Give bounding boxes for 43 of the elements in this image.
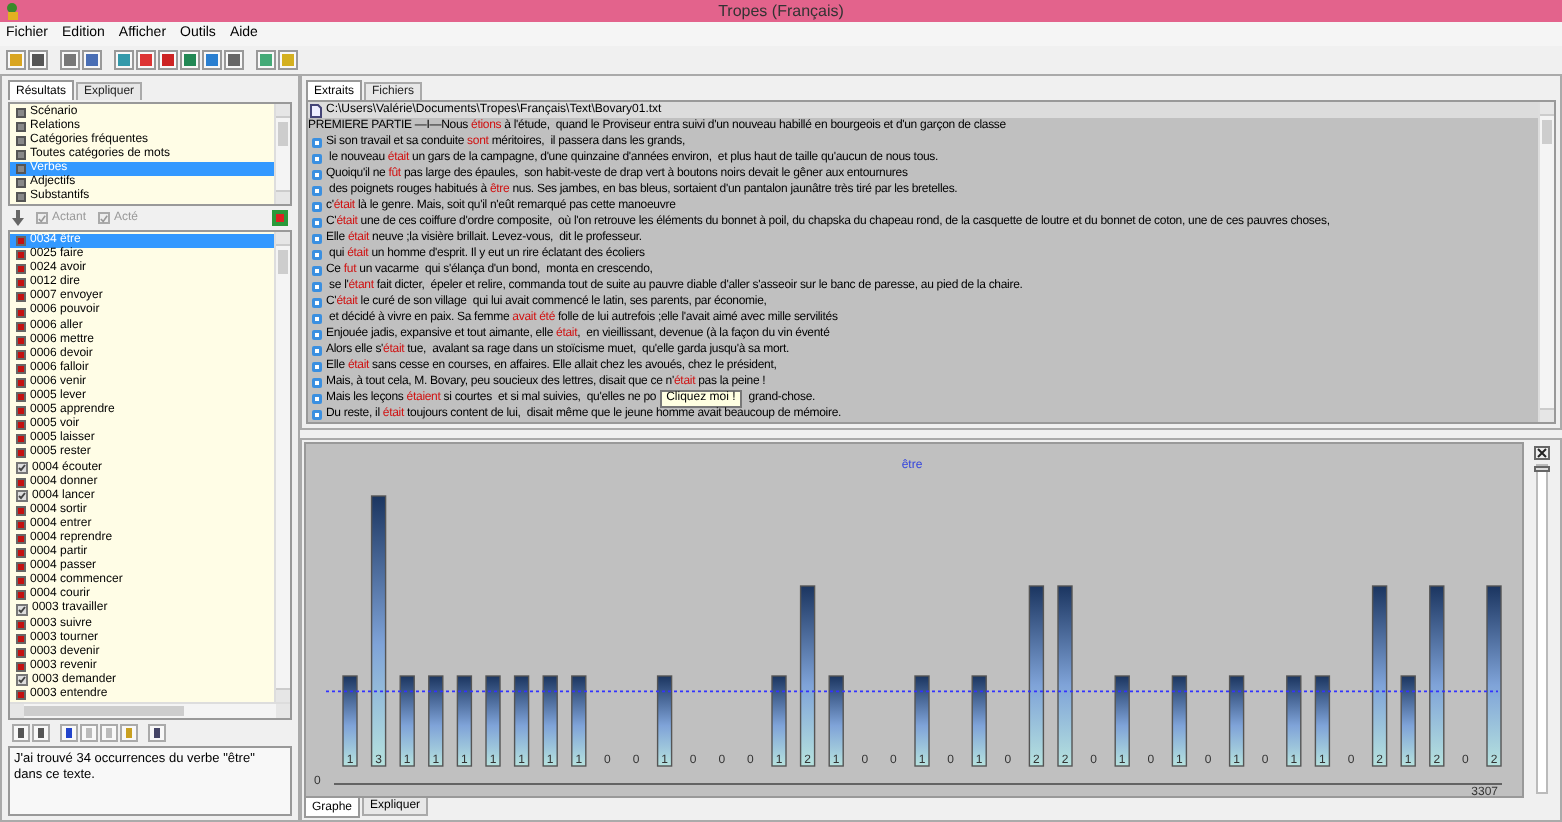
flag-icon xyxy=(16,477,26,488)
bar[interactable] xyxy=(1314,675,1331,767)
bar[interactable] xyxy=(971,675,987,767)
checkbox-icon xyxy=(16,674,28,687)
bar[interactable] xyxy=(1057,585,1073,767)
bar[interactable] xyxy=(1114,675,1130,767)
slider-thumb[interactable] xyxy=(1534,466,1550,472)
bar[interactable] xyxy=(656,675,673,767)
bar[interactable] xyxy=(1371,585,1388,767)
checkbox-icon xyxy=(16,603,28,616)
bar[interactable] xyxy=(1400,675,1416,767)
bar[interactable] xyxy=(513,675,530,767)
checkmark-icon xyxy=(100,213,109,223)
bar[interactable] xyxy=(370,495,387,767)
bar[interactable] xyxy=(1171,675,1188,767)
checkbox-icon xyxy=(16,462,28,475)
bar[interactable] xyxy=(399,675,415,767)
window-title: Tropes (Français) xyxy=(718,0,844,23)
bar[interactable] xyxy=(914,675,930,767)
bar[interactable] xyxy=(428,675,444,767)
bar[interactable] xyxy=(1429,585,1445,767)
scrollbar[interactable] xyxy=(274,104,290,204)
bar[interactable] xyxy=(542,675,558,767)
bar[interactable] xyxy=(1286,675,1302,767)
bar[interactable] xyxy=(342,675,358,767)
bar[interactable] xyxy=(828,675,844,767)
flag-icon xyxy=(16,690,26,701)
scrollbar[interactable] xyxy=(274,232,290,702)
bar[interactable] xyxy=(799,585,816,767)
bar[interactable] xyxy=(456,675,473,767)
bar[interactable] xyxy=(485,675,501,767)
scrollbar[interactable] xyxy=(1538,102,1554,422)
checkbox-icon xyxy=(16,490,28,503)
bar[interactable] xyxy=(771,675,787,767)
scrollbar[interactable] xyxy=(10,702,290,718)
bar[interactable] xyxy=(1486,585,1502,767)
bar[interactable] xyxy=(1028,585,1045,767)
bar[interactable] xyxy=(571,675,587,767)
app-icon xyxy=(4,2,22,20)
close-icon[interactable] xyxy=(1534,446,1550,460)
checkmark-icon xyxy=(38,213,46,223)
bar[interactable] xyxy=(1228,675,1245,767)
zoom-slider[interactable] xyxy=(1536,464,1548,794)
